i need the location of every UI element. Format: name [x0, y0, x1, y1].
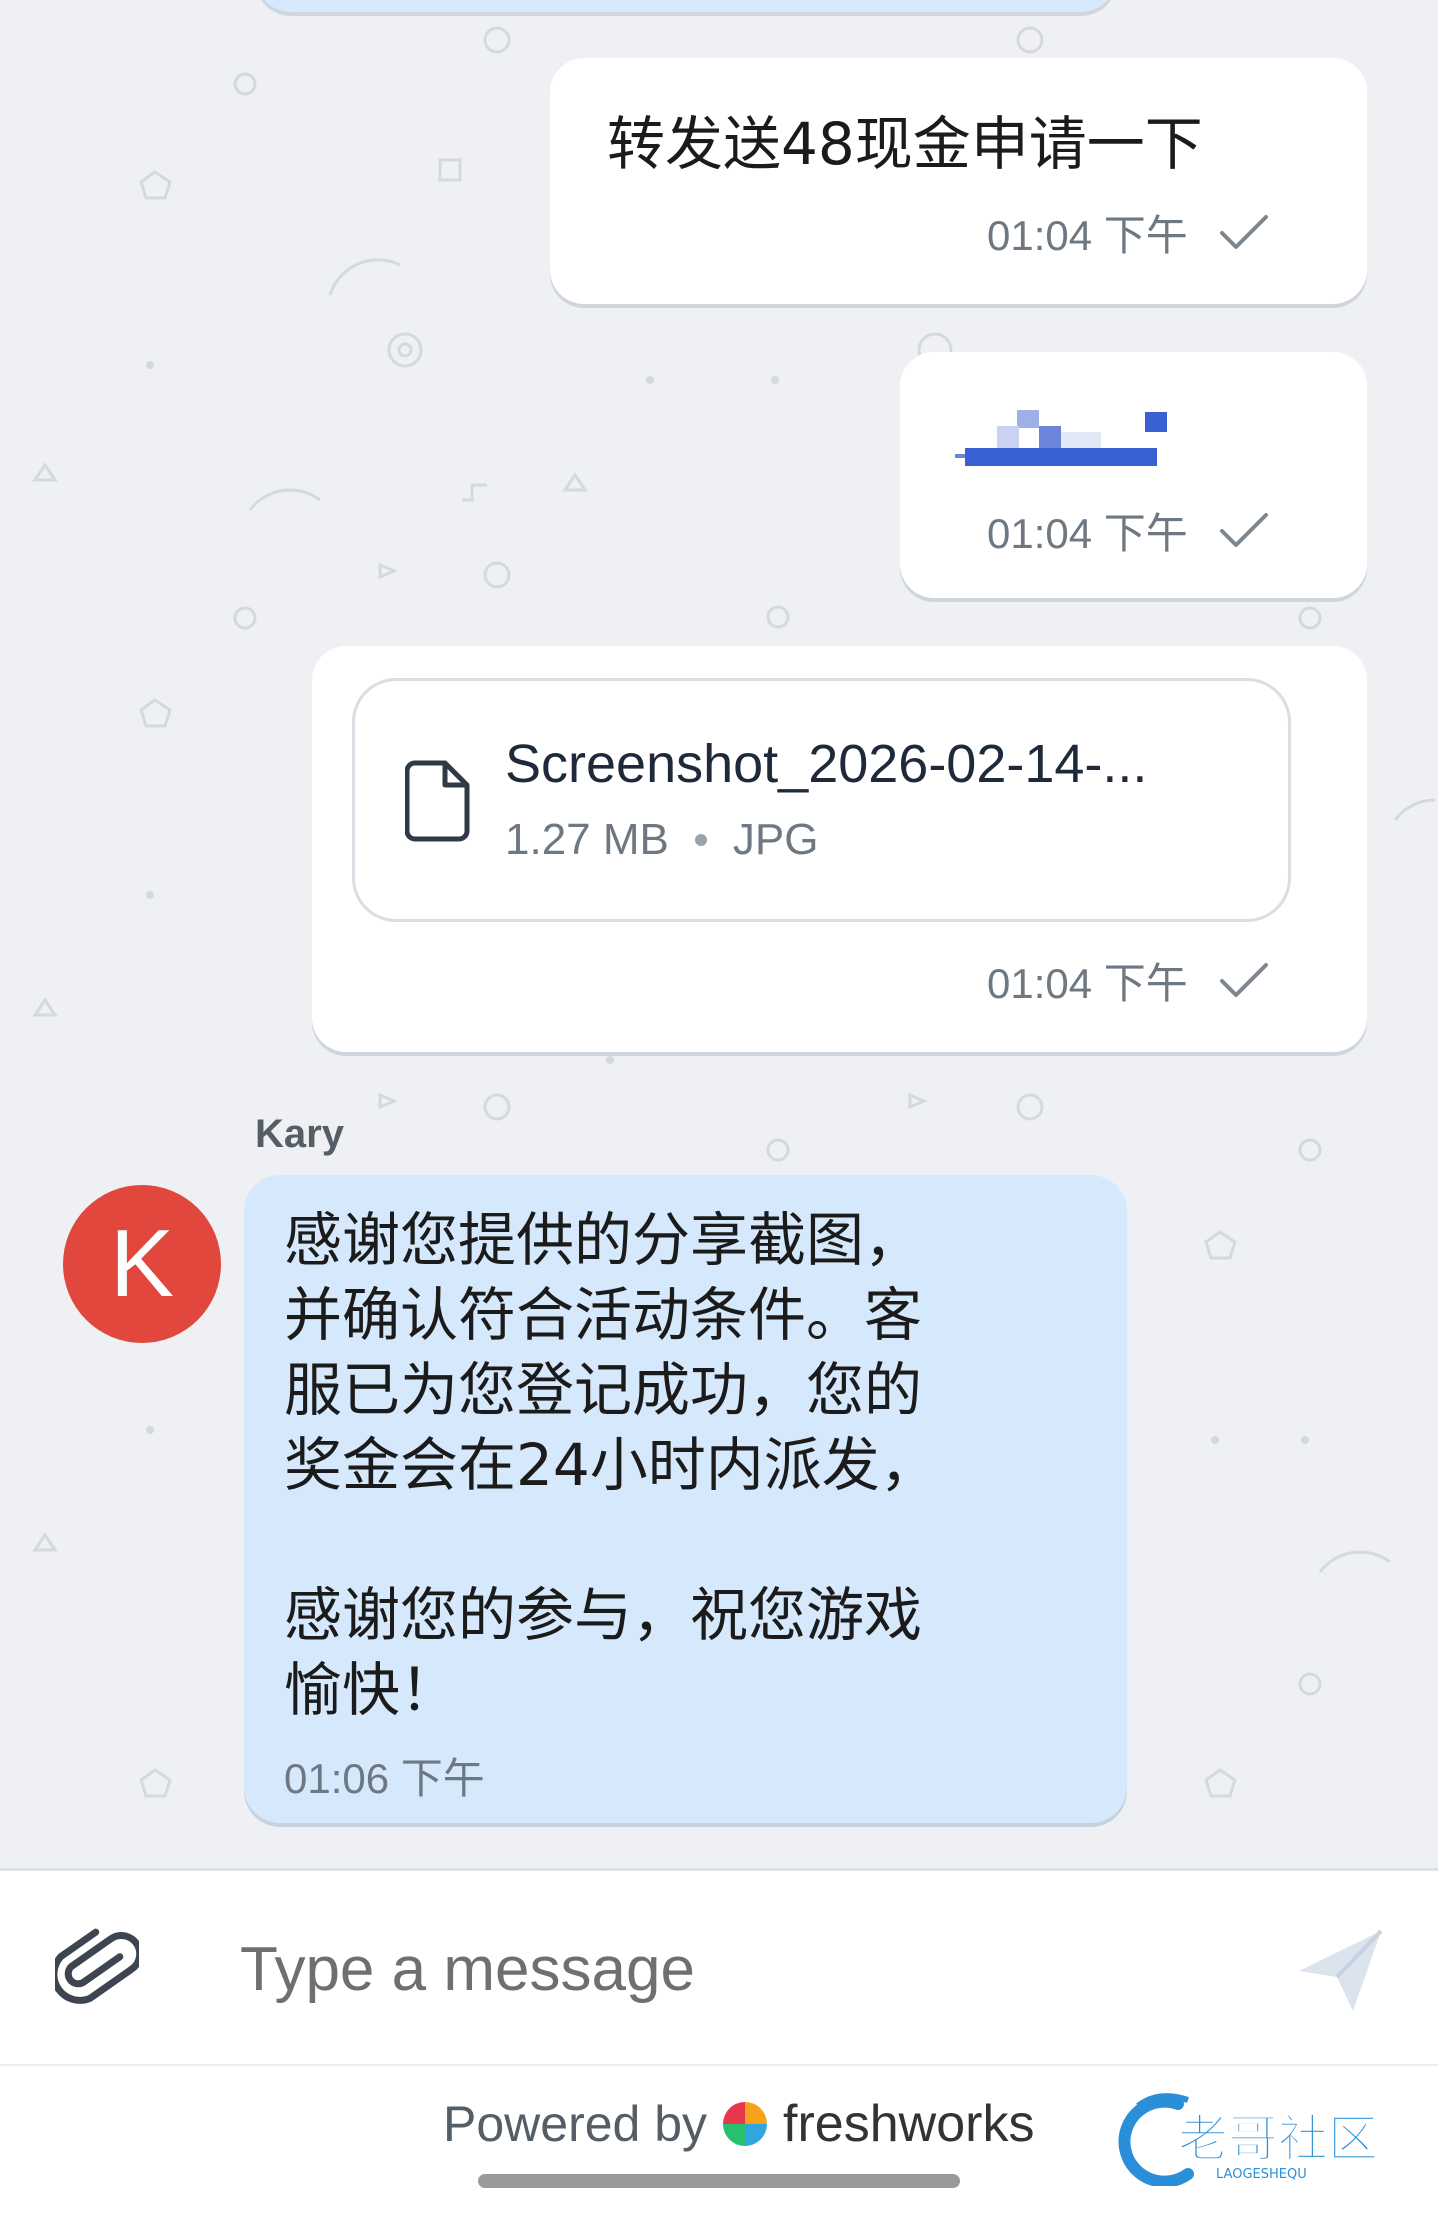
file-size: 1.27 MB: [505, 815, 669, 864]
freshworks-logo: [721, 2100, 769, 2148]
brand-name: freshworks: [783, 2095, 1035, 2153]
chat-area[interactable]: 转发送48现金申请一下 01:04 下午 01:04 下午 Screenshot…: [0, 0, 1438, 1868]
check-icon: [1218, 961, 1270, 1001]
agent-name: Kary: [255, 1112, 344, 1156]
powered-by-label: Powered by: [443, 2096, 708, 2152]
avatar: K: [63, 1185, 221, 1343]
check-icon: [1218, 213, 1270, 253]
watermark-logo: 老哥社区 LAOGESHEQU: [1118, 2086, 1418, 2188]
agent-message-text: 感谢您提供的分享截图， 并确认符合活动条件。客 服已为您登记成功，您的 奖金会在…: [284, 1206, 938, 1724]
message-composer: [0, 1868, 1438, 2064]
file-name: Screenshot_2026-02-14-...: [505, 734, 1148, 794]
message-time: 01:04 下午: [987, 960, 1188, 1007]
check-icon: [1218, 511, 1270, 551]
send-icon[interactable]: [1295, 1927, 1385, 2021]
user-image-bubble[interactable]: 01:04 下午: [900, 352, 1367, 598]
paperclip-icon[interactable]: [50, 1923, 144, 2023]
file-format: JPG: [732, 815, 819, 864]
powered-by[interactable]: Powered by freshworks: [443, 2094, 1034, 2154]
image-thumbnail[interactable]: [955, 410, 1205, 466]
agent-message-bubble[interactable]: 感谢您提供的分享截图， 并确认符合活动条件。客 服已为您登记成功，您的 奖金会在…: [244, 1175, 1127, 1823]
user-message-bubble[interactable]: 转发送48现金申请一下 01:04 下午: [550, 58, 1367, 304]
message-input[interactable]: [240, 1919, 1240, 2019]
previous-message-bubble: [255, 0, 1117, 12]
separator-dot: [694, 834, 707, 846]
message-text: 转发送48现金申请一下: [607, 110, 1203, 178]
file-attachment-card[interactable]: Screenshot_2026-02-14-... 1.27 MB JPG: [352, 678, 1291, 922]
file-icon: [404, 759, 471, 847]
svg-text:LAOGESHEQU: LAOGESHEQU: [1216, 2167, 1307, 2182]
home-indicator[interactable]: [478, 2174, 960, 2188]
message-time: 01:04 下午: [987, 212, 1188, 259]
file-meta: 1.27 MB JPG: [505, 815, 818, 865]
svg-text:老哥社区: 老哥社区: [1178, 2110, 1378, 2168]
message-time: 01:04 下午: [987, 510, 1188, 557]
message-time: 01:06 下午: [284, 1755, 485, 1802]
footer: Powered by freshworks 老哥社区 LAOGESHEQU: [0, 2064, 1438, 2215]
